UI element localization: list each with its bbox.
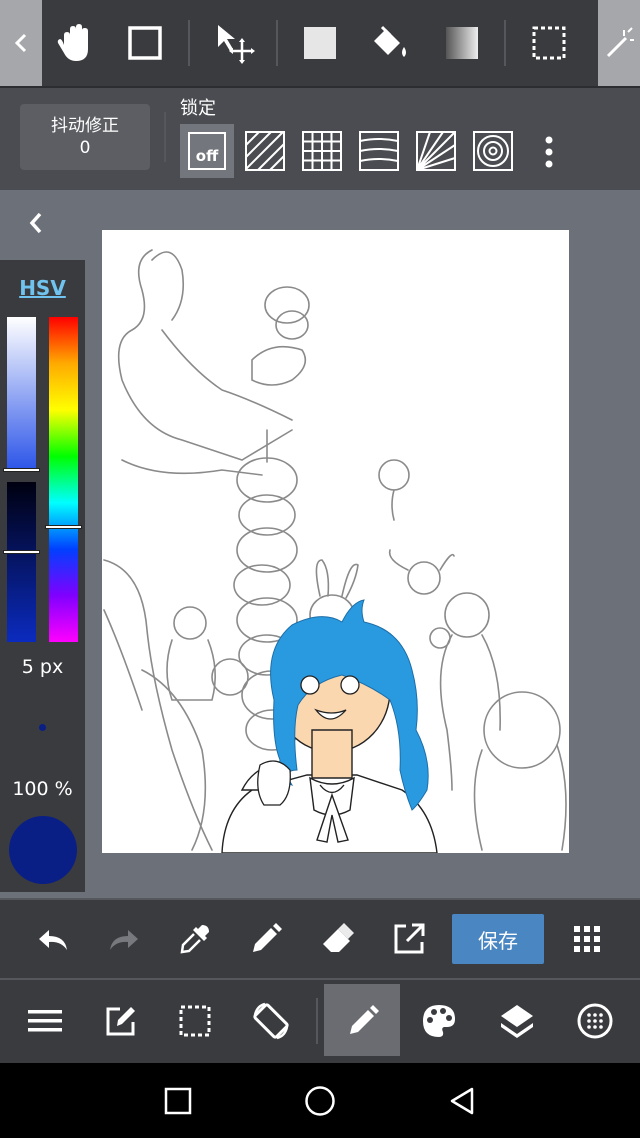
gradient-icon [446,27,478,59]
perspective-ruler-button[interactable] [352,124,406,178]
palette-icon [423,1005,455,1037]
saturation-slider[interactable] [7,317,36,472]
rectangle-icon [128,26,162,60]
move-tool-button[interactable] [208,0,260,86]
brush-tool-button[interactable] [340,998,386,1044]
redo-button[interactable] [101,918,147,962]
ruler-divider [164,112,166,162]
edit-icon [106,1007,135,1036]
rotate-canvas-button[interactable] [248,998,294,1044]
more-options-button[interactable] [536,130,562,174]
eraser-icon [323,923,354,952]
layers-button[interactable] [494,998,540,1044]
eyedropper-icon [180,925,209,954]
main-menu-bar [0,978,640,1065]
material-button[interactable] [572,998,618,1044]
hamburger-icon [28,1010,62,1032]
collapse-panel-button[interactable] [20,206,52,240]
fill-square-icon [304,27,336,59]
move-icon [218,25,255,64]
eyedropper-button[interactable] [172,916,218,962]
toolbar-divider [276,20,278,66]
concentric-circles-icon [473,131,513,171]
grid-icon [302,131,342,171]
radial-lines-icon [416,131,456,171]
layers-icon [501,1005,533,1038]
radial-ruler-button[interactable] [409,124,463,178]
parallel-ruler-button[interactable] [238,124,292,178]
redo-icon [110,930,138,950]
color-mode-toggle[interactable]: HSV [0,276,85,300]
brush-size-label[interactable]: 5 px [0,656,85,678]
opacity-label[interactable]: 100 % [0,778,85,800]
undo-button[interactable] [30,918,76,962]
rectangle-tool-button[interactable] [118,0,172,86]
stabilizer-value: 0 [79,138,91,158]
selection-icon [179,1005,211,1037]
scroll-left-button[interactable] [0,0,42,86]
screen-rotation-icon [253,1002,289,1040]
paint-bucket-button[interactable] [364,0,416,86]
menu-divider [316,998,318,1044]
chevron-left-icon [29,212,42,234]
hue-handle[interactable] [45,525,82,529]
wand-icon [606,27,634,58]
grid-menu-button[interactable] [566,918,608,960]
back-button[interactable] [444,1083,480,1119]
lock-label: 锁定 [180,98,216,119]
drawing-canvas[interactable] [102,230,569,853]
stabilizer-label: 抖动修正 [51,116,119,136]
value-handle[interactable] [3,550,40,554]
menu-button[interactable] [22,1000,68,1042]
stabilizer-button[interactable]: 抖动修正 0 [20,104,150,170]
pencil-icon [350,1005,379,1034]
fill-tool-button[interactable] [296,0,344,86]
parallel-lines-icon [245,131,285,171]
open-external-icon [394,923,425,954]
concentric-ruler-button[interactable] [466,124,520,178]
hue-slider[interactable] [49,317,78,642]
recents-button[interactable] [160,1083,196,1119]
circle-icon [305,1086,335,1116]
gradient-tool-button[interactable] [436,0,488,86]
triangle-back-icon [450,1087,474,1115]
pen-button[interactable] [243,916,289,962]
chevron-left-icon [14,33,27,53]
selection-icon [532,26,566,60]
brush-size-preview [39,724,46,731]
ruler-off-button[interactable]: off [180,124,234,178]
more-vertical-icon [545,136,553,168]
curved-lines-icon [359,131,399,171]
home-button[interactable] [302,1083,338,1119]
selection-tool-button[interactable] [522,0,576,86]
color-palette-button[interactable] [416,998,462,1044]
ruler-off-label: off [188,132,226,170]
dotted-circle-icon [577,1003,613,1039]
current-color-swatch[interactable] [9,816,77,884]
value-slider[interactable] [7,482,36,642]
saturation-handle[interactable] [3,468,40,472]
grid-ruler-button[interactable] [295,124,349,178]
undo-icon [39,930,67,950]
top-toolbar [0,0,640,86]
toolbar-divider [504,20,506,66]
paint-bucket-icon [374,25,406,57]
pencil-icon [253,923,282,952]
hand-icon [57,24,88,61]
apps-grid-icon [574,926,600,952]
select-button[interactable] [172,1000,218,1042]
share-button[interactable] [386,916,432,962]
edit-button[interactable] [98,1000,144,1042]
hand-tool-button[interactable] [48,0,104,86]
scroll-right-button[interactable] [598,0,640,86]
save-button[interactable]: 保存 [452,914,544,964]
artwork [103,249,567,853]
toolbar-divider [188,20,190,66]
square-icon [164,1087,192,1115]
eraser-button[interactable] [314,916,360,962]
